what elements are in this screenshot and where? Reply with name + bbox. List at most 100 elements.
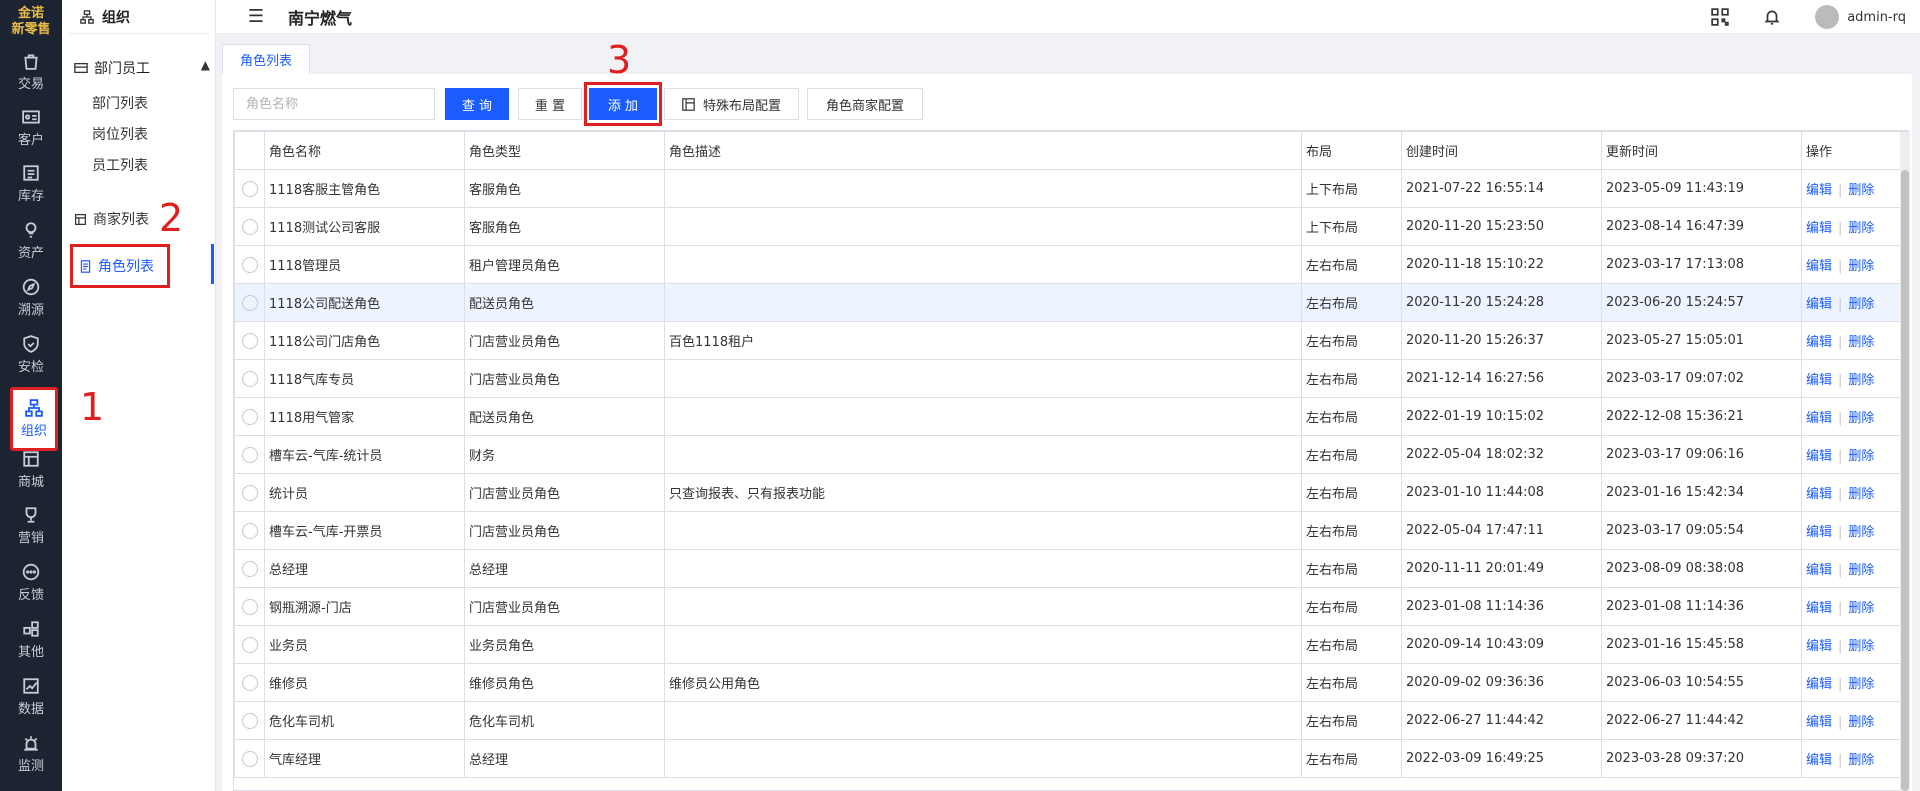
table-row[interactable]: 1118用气管家 配送员角色 左右布局 2022-01-19 10:15:02 2022… (234, 397, 1908, 436)
sidebar-item-role-list[interactable]: 角色列表 (70, 244, 170, 288)
rail-item-id-card[interactable]: 客户 (0, 100, 62, 156)
table-row[interactable]: 危化车司机 危化车司机 左右布局 2022-06-27 11:44:42 2022-06… (234, 701, 1908, 740)
row-select-cell[interactable] (234, 245, 265, 284)
rail-item-store[interactable]: 商城 (0, 442, 62, 498)
sidebar-group-dept-staff[interactable]: 部门员工 ▲ (74, 58, 210, 78)
row-radio[interactable] (241, 750, 258, 767)
edit-link[interactable]: 编辑 (1806, 183, 1832, 198)
row-select-cell[interactable] (234, 397, 265, 436)
row-select-cell[interactable] (234, 663, 265, 702)
rail-item-chart[interactable]: 数据 (0, 669, 62, 725)
edit-link[interactable]: 编辑 (1806, 449, 1832, 464)
user-name[interactable]: admin-rq (1847, 10, 1906, 25)
avatar[interactable] (1815, 5, 1840, 29)
row-radio[interactable] (241, 180, 258, 197)
delete-link[interactable]: 删除 (1848, 753, 1874, 768)
delete-link[interactable]: 删除 (1848, 449, 1874, 464)
row-select-cell[interactable] (234, 283, 265, 322)
table-row[interactable]: 1118管理员 租户管理员角色 左右布局 2020-11-18 15:10:22 202… (234, 245, 1908, 284)
row-radio[interactable] (241, 484, 258, 501)
delete-link[interactable]: 删除 (1848, 677, 1874, 692)
delete-link[interactable]: 删除 (1848, 525, 1874, 540)
edit-link[interactable]: 编辑 (1806, 221, 1832, 236)
table-row[interactable]: 1118测试公司客服 客服角色 上下布局 2020-11-20 15:23:50 202… (234, 207, 1908, 246)
rail-item-shield[interactable]: 安检 (0, 327, 62, 383)
row-select-cell[interactable] (234, 701, 265, 740)
row-select-cell[interactable] (234, 321, 265, 360)
rail-item-compass[interactable]: 溯源 (0, 270, 62, 326)
special-layout-button[interactable]: 特殊布局配置 (664, 88, 799, 120)
edit-link[interactable]: 编辑 (1806, 715, 1832, 730)
row-radio[interactable] (241, 636, 258, 653)
edit-link[interactable]: 编辑 (1806, 753, 1832, 768)
table-row[interactable]: 1118客服主管角色 客服角色 上下布局 2021-07-22 16:55:14 202… (234, 169, 1908, 208)
row-radio[interactable] (241, 674, 258, 691)
menu-toggle-icon[interactable]: ☰ (246, 6, 266, 27)
edit-link[interactable]: 编辑 (1806, 411, 1832, 426)
delete-link[interactable]: 删除 (1848, 373, 1874, 388)
role-name-search-input[interactable] (233, 88, 435, 120)
delete-link[interactable]: 删除 (1848, 563, 1874, 578)
rail-item-alarm[interactable]: 监测 (0, 726, 62, 782)
row-select-cell[interactable] (234, 587, 265, 626)
row-radio[interactable] (241, 560, 258, 577)
table-row[interactable]: 维修员 维修员角色 维修员公用角色 左右布局 2020-09-02 09:36:36 20… (234, 663, 1908, 702)
reset-button[interactable]: 重 置 (518, 88, 582, 120)
delete-link[interactable]: 删除 (1848, 411, 1874, 426)
delete-link[interactable]: 删除 (1848, 601, 1874, 616)
row-radio[interactable] (241, 370, 258, 387)
delete-link[interactable]: 删除 (1848, 259, 1874, 274)
bell-icon[interactable] (1763, 8, 1781, 26)
delete-link[interactable]: 删除 (1848, 297, 1874, 312)
delete-link[interactable]: 删除 (1848, 335, 1874, 350)
table-row[interactable]: 槽车云-气库-统计员 财务 左右布局 2022-05-04 18:02:32 2023-… (234, 435, 1908, 474)
row-radio[interactable] (241, 712, 258, 729)
table-row[interactable]: 业务员 业务员角色 左右布局 2020-09-14 10:43:09 2023-01-1… (234, 625, 1908, 664)
row-select-cell[interactable] (234, 359, 265, 398)
table-row[interactable]: 总经理 总经理 左右布局 2020-11-11 20:01:49 2023-08-09 … (234, 549, 1908, 588)
rail-item-grid[interactable]: 其他 (0, 612, 62, 668)
scrollbar-thumb[interactable] (1901, 170, 1909, 791)
row-radio[interactable] (241, 408, 258, 425)
table-row[interactable]: 1118气库专员 门店营业员角色 左右布局 2021-12-14 16:27:56 20… (234, 359, 1908, 398)
edit-link[interactable]: 编辑 (1806, 297, 1832, 312)
rail-item-trophy[interactable]: 营销 (0, 498, 62, 554)
row-radio[interactable] (241, 332, 258, 349)
delete-link[interactable]: 删除 (1848, 715, 1874, 730)
role-merchant-button[interactable]: 角色商家配置 (807, 88, 923, 120)
row-select-cell[interactable] (234, 511, 265, 550)
delete-link[interactable]: 删除 (1848, 183, 1874, 198)
row-radio[interactable] (241, 256, 258, 273)
sidebar-item-post-list[interactable]: 岗位列表 (92, 124, 148, 144)
edit-link[interactable]: 编辑 (1806, 335, 1832, 350)
edit-link[interactable]: 编辑 (1806, 639, 1832, 654)
sidebar-item-dept-list[interactable]: 部门列表 (92, 93, 148, 113)
row-select-cell[interactable] (234, 435, 265, 474)
row-radio[interactable] (241, 294, 258, 311)
delete-link[interactable]: 删除 (1848, 221, 1874, 236)
delete-link[interactable]: 删除 (1848, 487, 1874, 502)
rail-item-bulb[interactable]: 资产 (0, 213, 62, 269)
row-select-cell[interactable] (234, 169, 265, 208)
edit-link[interactable]: 编辑 (1806, 677, 1832, 692)
row-select-cell[interactable] (234, 739, 265, 778)
table-row[interactable]: 1118公司门店角色 门店营业员角色 百色1118租户 左右布局 2020-11-20 … (234, 321, 1908, 360)
row-select-cell[interactable] (234, 549, 265, 588)
table-row[interactable]: 统计员 门店营业员角色 只查询报表、只有报表功能 左右布局 2023-01-10 11:… (234, 473, 1908, 512)
edit-link[interactable]: 编辑 (1806, 373, 1832, 388)
sidebar-item-merchant-list[interactable]: 商家列表 (74, 209, 149, 229)
row-radio[interactable] (241, 522, 258, 539)
rail-item-list-box[interactable]: 库存 (0, 156, 62, 212)
edit-link[interactable]: 编辑 (1806, 601, 1832, 616)
rail-item-chat[interactable]: 反馈 (0, 555, 62, 611)
tab-role-list[interactable]: 角色列表 (222, 44, 310, 74)
edit-link[interactable]: 编辑 (1806, 487, 1832, 502)
table-row[interactable]: 气库经理 总经理 左右布局 2022-03-09 16:49:25 2023-03-28… (234, 739, 1908, 778)
edit-link[interactable]: 编辑 (1806, 525, 1832, 540)
qrcode-icon[interactable] (1711, 8, 1729, 26)
sidebar-item-staff-list[interactable]: 员工列表 (92, 155, 148, 175)
query-button[interactable]: 查 询 (445, 88, 509, 120)
delete-link[interactable]: 删除 (1848, 639, 1874, 654)
row-radio[interactable] (241, 446, 258, 463)
row-radio[interactable] (241, 598, 258, 615)
